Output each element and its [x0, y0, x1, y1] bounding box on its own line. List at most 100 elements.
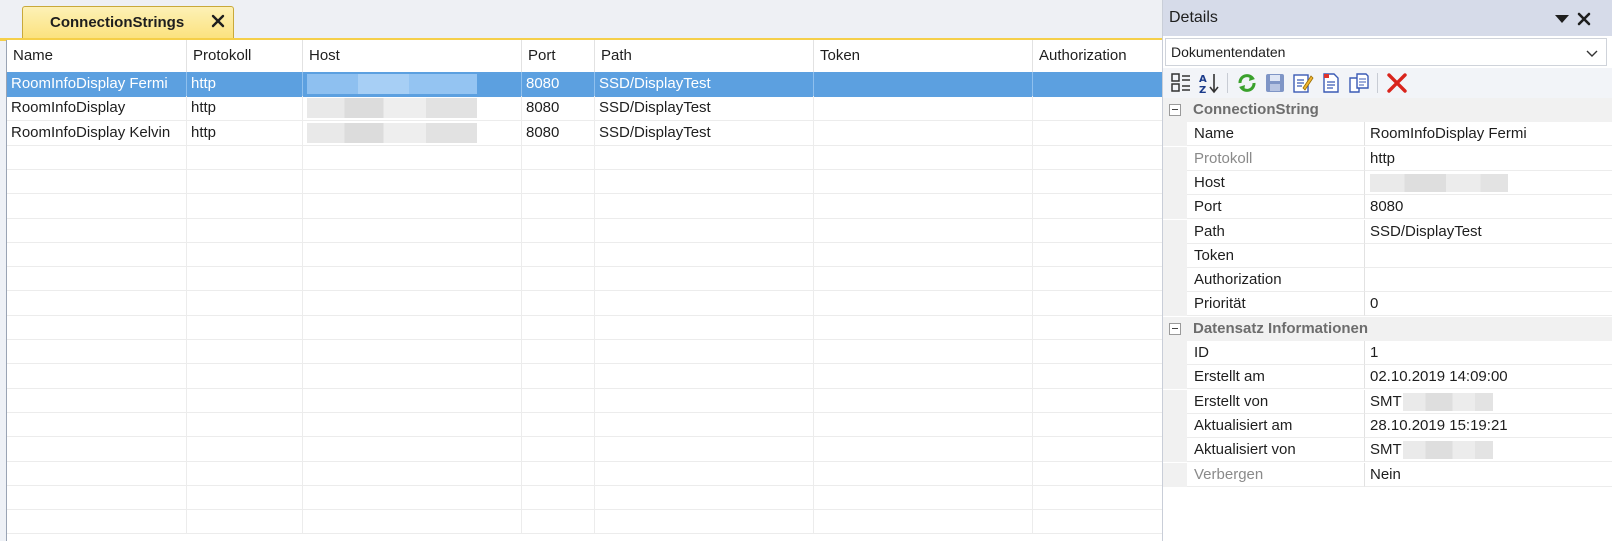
close-icon[interactable]	[207, 10, 229, 32]
table-cell	[522, 436, 595, 461]
col-protokoll-header[interactable]: Protokoll	[187, 40, 303, 72]
property-row[interactable]: Name RoomInfoDisplay Fermi	[1163, 122, 1612, 147]
property-row[interactable]: Token	[1163, 243, 1612, 268]
property-category[interactable]: Datensatz Informationen	[1163, 316, 1612, 341]
property-value-text: 8080	[1370, 198, 1404, 216]
table-cell	[522, 412, 595, 437]
table-cell	[814, 120, 1033, 145]
connection-grid[interactable]: Name Protokoll Host Port Path Token Authorizat…	[6, 40, 1190, 541]
property-row[interactable]: Host	[1163, 170, 1612, 195]
collapse-icon[interactable]	[1169, 104, 1181, 116]
table-cell	[522, 315, 595, 339]
property-row[interactable]: Verbergen Nein	[1163, 462, 1612, 487]
col-token-header[interactable]: Token	[814, 40, 1033, 72]
col-path-header[interactable]: Path	[595, 40, 814, 72]
property-gutter	[1163, 243, 1187, 268]
copy-icon[interactable]	[1347, 71, 1371, 95]
property-name: Path	[1187, 219, 1365, 244]
delete-icon[interactable]	[1385, 71, 1409, 95]
details-view-select[interactable]: Dokumentendaten	[1165, 38, 1607, 66]
property-value[interactable]: SSD/DisplayTest	[1365, 220, 1612, 244]
property-row[interactable]: Priorität 0	[1163, 292, 1612, 317]
tab-connectionstrings[interactable]: ConnectionStrings	[22, 6, 234, 38]
table-cell	[187, 242, 303, 267]
property-value-text: SSD/DisplayTest	[1370, 222, 1482, 240]
property-value[interactable]: 02.10.2019 14:09:00	[1365, 365, 1612, 390]
property-gutter	[1163, 438, 1187, 463]
property-value-text: RoomInfoDisplay Fermi	[1370, 125, 1527, 143]
property-row[interactable]: Erstellt am 02.10.2019 14:09:00	[1163, 365, 1612, 390]
property-value[interactable]: 28.10.2019 15:19:21	[1365, 414, 1612, 438]
property-value[interactable]: http	[1365, 147, 1612, 171]
property-value[interactable]: RoomInfoDisplay Fermi	[1365, 122, 1612, 147]
table-cell	[814, 485, 1033, 510]
category-label: ConnectionString	[1193, 101, 1319, 118]
table-cell	[814, 169, 1033, 194]
table-cell	[303, 120, 522, 145]
sort-az-icon[interactable]: A Z	[1197, 71, 1221, 95]
edit-icon[interactable]	[1291, 71, 1315, 95]
property-category[interactable]: ConnectionString	[1163, 98, 1612, 122]
property-value[interactable]: SMT	[1365, 438, 1612, 463]
refresh-icon[interactable]	[1235, 71, 1259, 95]
table-cell	[187, 485, 303, 510]
table-cell	[187, 169, 303, 194]
property-name: Aktualisiert von	[1187, 438, 1365, 463]
property-gutter	[1163, 413, 1187, 438]
property-gutter	[1163, 292, 1187, 317]
property-row[interactable]: Port 8080	[1163, 195, 1612, 220]
table-row[interactable]: RoomInfoDisplay http 8080 SSD/DisplayTest	[7, 96, 1189, 122]
table-row[interactable]: RoomInfoDisplay Fermi http 8080 SSD/Display…	[7, 72, 1189, 97]
property-gutter	[1163, 170, 1187, 195]
property-row[interactable]: Aktualisiert von SMT	[1163, 438, 1612, 463]
table-cell: http	[187, 96, 303, 121]
table-cell	[7, 339, 187, 364]
property-value[interactable]: 0	[1365, 292, 1612, 317]
table-cell	[595, 460, 814, 485]
empty-row	[7, 485, 1189, 511]
details-titlebar: Details	[1163, 0, 1612, 36]
col-host-header[interactable]: Host	[303, 40, 522, 72]
property-row[interactable]: ID 1	[1163, 341, 1612, 365]
property-value[interactable]	[1365, 171, 1612, 195]
property-gutter	[1163, 268, 1187, 293]
property-row[interactable]: Erstellt von SMT	[1163, 389, 1612, 414]
table-row[interactable]: RoomInfoDisplay Kelvin http 8080 SSD/Displa…	[7, 120, 1189, 146]
property-name: ID	[1187, 341, 1365, 365]
table-cell	[187, 460, 303, 485]
property-value[interactable]	[1365, 268, 1612, 293]
col-port-header[interactable]: Port	[522, 40, 595, 72]
property-value[interactable]: Nein	[1365, 463, 1612, 487]
redacted-host	[307, 122, 477, 143]
property-value[interactable]: 8080	[1365, 195, 1612, 220]
property-row[interactable]: Authorization	[1163, 268, 1612, 293]
table-cell	[7, 290, 187, 315]
table-cell	[522, 217, 595, 242]
property-name: Erstellt von	[1187, 389, 1365, 414]
property-value[interactable]	[1365, 244, 1612, 268]
collapse-icon[interactable]	[1169, 322, 1181, 335]
table-cell	[595, 387, 814, 412]
table-cell	[187, 290, 303, 315]
property-row[interactable]: Aktualisiert am 28.10.2019 15:19:21	[1163, 413, 1612, 438]
property-value[interactable]: 1	[1365, 341, 1612, 365]
col-name-header[interactable]: Name	[7, 40, 187, 72]
categorized-icon[interactable]	[1169, 71, 1193, 95]
save-icon[interactable]	[1263, 71, 1287, 95]
table-cell	[814, 242, 1033, 267]
property-value-text: http	[1370, 149, 1396, 167]
property-row[interactable]: Path SSD/DisplayTest	[1163, 219, 1612, 244]
close-icon[interactable]	[1575, 10, 1593, 28]
property-gutter	[1163, 122, 1187, 147]
redacted-host	[307, 74, 477, 94]
property-value[interactable]: SMT	[1365, 390, 1612, 414]
property-row[interactable]: Protokoll http	[1163, 146, 1612, 171]
table-cell	[303, 144, 522, 169]
chevron-down-icon[interactable]	[1554, 12, 1570, 26]
table-cell	[303, 96, 522, 121]
document-tabstrip: ConnectionStrings	[0, 0, 1194, 41]
new-document-icon[interactable]	[1319, 71, 1343, 95]
empty-row	[7, 315, 1189, 340]
property-name: Name	[1187, 122, 1365, 147]
table-cell	[814, 387, 1033, 412]
